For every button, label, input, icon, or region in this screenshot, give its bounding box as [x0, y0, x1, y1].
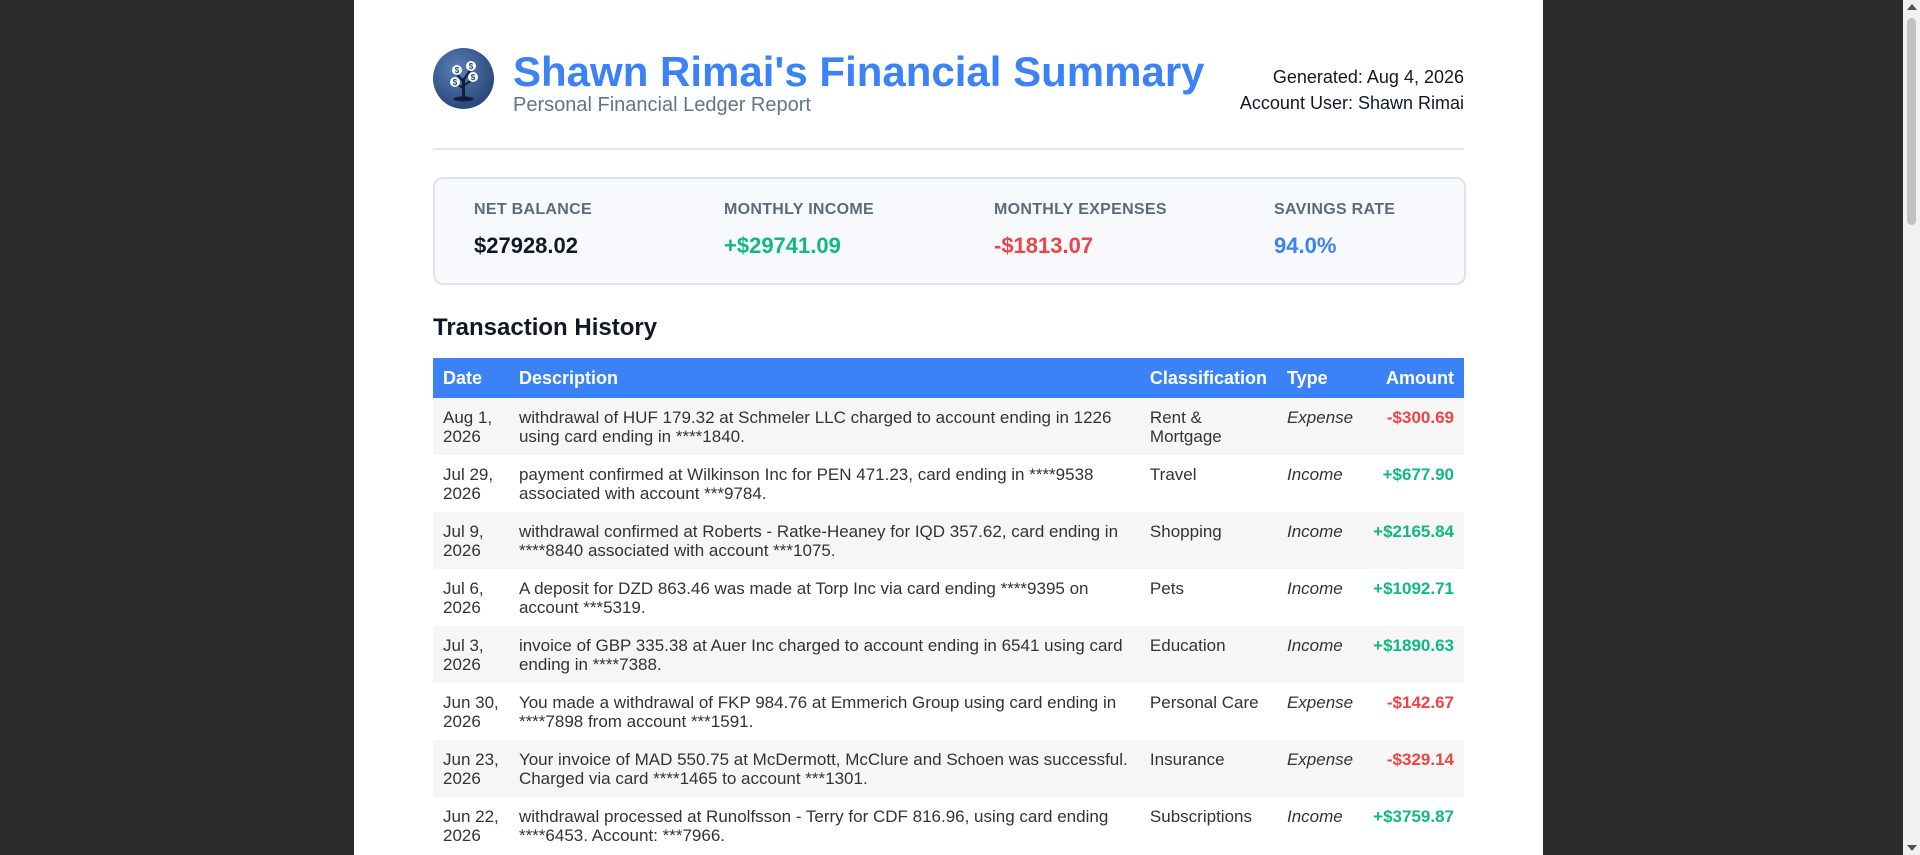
scroll-down-arrow-icon[interactable]: [1907, 845, 1917, 851]
cell-description: You made a withdrawal of FKP 984.76 at E…: [518, 693, 1117, 731]
column-header-amount: Amount: [1386, 367, 1454, 388]
svg-text:$: $: [453, 78, 458, 87]
table-row: Jun 23, 2026 Your invoice of MAD 550.75 a…: [433, 740, 1464, 797]
cell-type: Income: [1286, 807, 1343, 826]
cell-classification: Rent & Mortgage: [1149, 408, 1222, 446]
cell-classification: Shopping: [1149, 522, 1222, 541]
cell-amount: +$1890.63: [1373, 636, 1454, 655]
stat-value: 94.0%: [1274, 233, 1337, 258]
cell-date: Jun 30, 2026: [443, 693, 499, 731]
cell-date: Jul 3, 2026: [443, 636, 484, 674]
cell-amount: -$300.69: [1386, 408, 1454, 427]
report-header: $ $ $ $ Shawn Rimai's Financial Summary …: [433, 0, 1464, 150]
account-user: Account User: Shawn Rimai: [1239, 93, 1464, 113]
column-header-classification: Classification: [1149, 367, 1267, 388]
stat-monthly-expenses: Monthly Expenses -$1813.07: [994, 201, 1167, 259]
table-header-row: Date Description Classification Type Amo…: [433, 358, 1464, 398]
cell-amount: +$3759.87: [1373, 807, 1454, 826]
stat-value: -$1813.07: [994, 233, 1094, 258]
cell-date: Aug 1, 2026: [443, 408, 493, 446]
cell-date: Jul 6, 2026: [443, 579, 484, 617]
cell-type: Income: [1286, 522, 1343, 541]
stat-label: Monthly Income: [724, 201, 874, 218]
svg-text:$: $: [455, 66, 460, 75]
table-row: Jul 9, 2026 withdrawal confirmed at Rober…: [433, 512, 1464, 569]
cell-classification: Education: [1149, 636, 1226, 655]
stat-value: $27928.02: [474, 233, 578, 258]
column-header-date: Date: [443, 367, 483, 388]
stat-net-balance: Net Balance $27928.02: [474, 201, 592, 259]
cell-classification: Travel: [1149, 465, 1197, 484]
cell-type: Expense: [1286, 750, 1354, 769]
cell-classification: Insurance: [1149, 750, 1225, 769]
report-meta: Generated: Aug 4, 2026 Account User: Sha…: [1240, 64, 1464, 116]
cell-date: Jun 23, 2026: [443, 750, 499, 788]
svg-text:$: $: [469, 62, 474, 71]
cell-type: Expense: [1286, 408, 1354, 427]
stat-savings-rate: Savings Rate 94.0%: [1274, 201, 1395, 259]
table-row: Jul 6, 2026 A deposit for DZD 863.46 was …: [433, 569, 1464, 626]
table-row: Aug 1, 2026 withdrawal of HUF 179.32 at S…: [433, 398, 1464, 455]
stat-label: Net Balance: [474, 201, 592, 218]
cell-description: A deposit for DZD 863.46 was made at Tor…: [518, 579, 1089, 617]
report-content: $ $ $ $ Shawn Rimai's Financial Summary …: [433, 0, 1466, 854]
svg-text:$: $: [471, 73, 476, 82]
cell-amount: -$329.14: [1386, 750, 1454, 769]
cell-description: withdrawal processed at Runolfsson - Ter…: [518, 807, 1109, 845]
column-header-description: Description: [518, 367, 618, 388]
column-header-type: Type: [1286, 367, 1328, 388]
cell-classification: Pets: [1149, 579, 1184, 598]
cell-type: Income: [1286, 579, 1343, 598]
transaction-table-body: Aug 1, 2026 withdrawal of HUF 179.32 at S…: [433, 398, 1464, 854]
cell-amount: +$2165.84: [1373, 522, 1454, 541]
table-row: Jul 29, 2026 payment confirmed at Wilkins…: [433, 455, 1464, 512]
page-subtitle: Personal Financial Ledger Report: [513, 94, 811, 116]
cell-type: Income: [1286, 465, 1343, 484]
cell-amount: +$677.90: [1382, 465, 1454, 484]
cell-amount: -$142.67: [1386, 693, 1454, 712]
page-scrollbar[interactable]: [1903, 0, 1920, 855]
scroll-up-arrow-icon[interactable]: [1907, 4, 1917, 10]
cell-description: Your invoice of MAD 550.75 at McDermott,…: [518, 750, 1128, 788]
cell-description: withdrawal of HUF 179.32 at Schmeler LLC…: [518, 408, 1112, 446]
generated-date: Generated: Aug 4, 2026: [1272, 67, 1464, 87]
page-title: Shawn Rimai's Financial Summary: [513, 48, 1205, 95]
cell-date: Jul 9, 2026: [443, 522, 484, 560]
stat-value: +$29741.09: [724, 233, 841, 258]
cell-description: invoice of GBP 335.38 at Auer Inc charge…: [518, 636, 1123, 674]
cell-type: Income: [1286, 636, 1343, 655]
stat-label: Monthly Expenses: [994, 201, 1167, 218]
stat-label: Savings Rate: [1274, 201, 1396, 218]
scrollbar-thumb[interactable]: [1907, 18, 1916, 225]
summary-stats-panel: Net Balance $27928.02 Monthly Income +$2…: [433, 177, 1466, 285]
table-row: Jun 30, 2026 You made a withdrawal of FKP…: [433, 683, 1464, 740]
cell-amount: +$1092.71: [1373, 579, 1454, 598]
transaction-table: Date Description Classification Type Amo…: [433, 358, 1464, 854]
table-row: Jul 3, 2026 invoice of GBP 335.38 at Auer…: [433, 626, 1464, 683]
cell-date: Jun 22, 2026: [443, 807, 499, 845]
money-tree-icon: $ $ $ $: [433, 48, 494, 109]
transaction-history-title: Transaction History: [433, 314, 658, 341]
cell-date: Jul 29, 2026: [443, 465, 494, 503]
cell-description: withdrawal confirmed at Roberts - Ratke-…: [518, 522, 1119, 560]
cell-type: Expense: [1286, 693, 1354, 712]
stat-monthly-income: Monthly Income +$29741.09: [724, 201, 874, 259]
table-row: Jun 22, 2026 withdrawal processed at Runo…: [433, 797, 1464, 854]
cell-classification: Subscriptions: [1149, 807, 1252, 826]
cell-classification: Personal Care: [1149, 693, 1259, 712]
report-page: $ $ $ $ Shawn Rimai's Financial Summary …: [354, 0, 1543, 855]
cell-description: payment confirmed at Wilkinson Inc for P…: [518, 465, 1094, 503]
